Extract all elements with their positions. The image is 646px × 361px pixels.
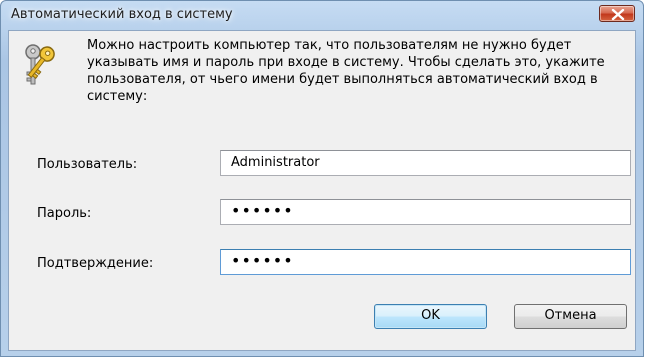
password-label: Пароль: — [37, 206, 92, 221]
confirm-password-field[interactable]: •••••• — [220, 249, 631, 275]
dialog-body: Можно настроить компьютер так, что польз… — [8, 30, 636, 351]
ok-button[interactable]: OK — [374, 304, 487, 329]
close-icon — [611, 9, 625, 20]
password-field[interactable]: •••••• — [220, 199, 631, 225]
close-button[interactable] — [599, 5, 635, 22]
cancel-button[interactable]: Отмена — [514, 304, 627, 329]
autologon-dialog: Автоматический вход в систему Можно наст… — [0, 0, 644, 357]
confirm-label: Подтверждение: — [37, 256, 154, 271]
keys-icon — [25, 44, 55, 85]
description-text: Можно настроить компьютер так, что польз… — [87, 38, 605, 104]
user-label: Пользователь: — [37, 157, 138, 172]
title-bar[interactable]: Автоматический вход в систему — [1, 1, 643, 29]
window-title: Автоматический вход в систему — [11, 7, 233, 22]
user-field[interactable]: Administrator — [220, 150, 631, 176]
